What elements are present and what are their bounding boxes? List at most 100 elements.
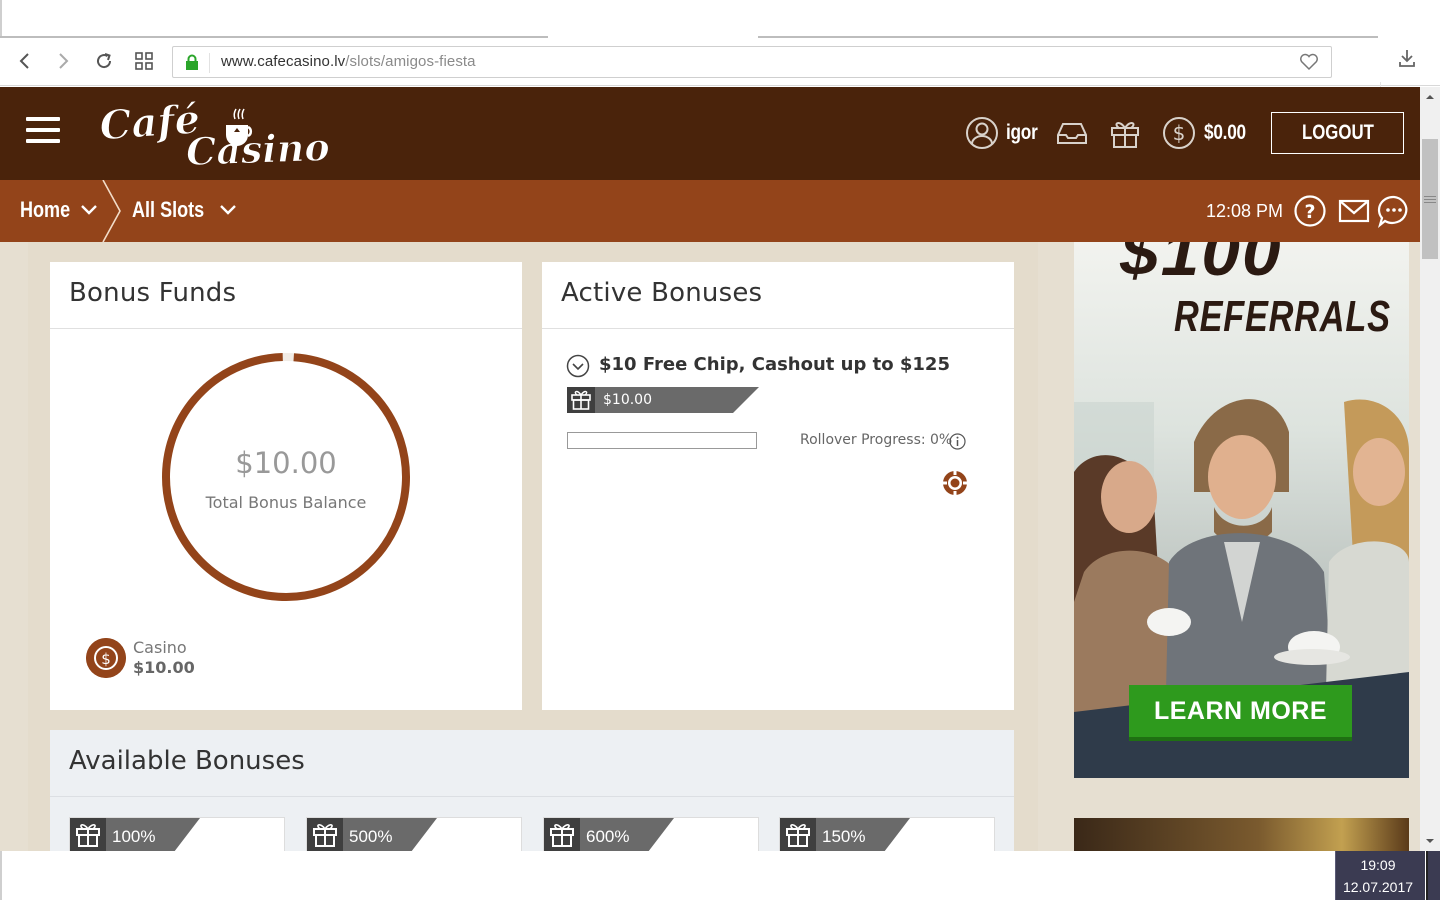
available-bonus-card[interactable]: 600% [543, 817, 759, 851]
info-icon[interactable] [949, 433, 966, 450]
scrollbar-grip [1424, 196, 1436, 206]
available-bonuses-panel: Available Bonuses 100% 500% 600% 150% [50, 730, 1014, 851]
home-label: Home [20, 197, 71, 222]
bonus-funds-panel: Bonus Funds $10.00 Total Bonus Balance $… [50, 262, 522, 710]
grid-icon [135, 52, 153, 70]
referral-ad-banner[interactable]: $100 REFERRALS LEARN MORE [1074, 242, 1409, 778]
casino-chip-icon[interactable] [942, 470, 968, 496]
url-text[interactable]: www.cafecasino.lv/slots/amigos-fiesta [221, 53, 476, 70]
system-clock[interactable]: 19:09 12.07.2017 [1335, 851, 1425, 900]
username-label[interactable]: igor [1006, 121, 1038, 145]
gift-icon [70, 818, 106, 851]
rollover-progress-label: Rollover Progress: 0% [800, 432, 953, 448]
secondary-ad-banner[interactable] [1074, 818, 1409, 851]
bookmark-heart-icon[interactable] [1299, 53, 1319, 71]
os-taskbar: 19:09 12.07.2017 [0, 851, 1440, 900]
available-bonuses-title: Available Bonuses [69, 746, 305, 776]
address-separator [209, 53, 210, 73]
mail-envelope-icon[interactable] [1337, 194, 1371, 228]
back-button[interactable] [12, 48, 38, 74]
site-header: Café Casino igor $ $0.00 LOGOUT [0, 87, 1420, 180]
bonus-percent-tag: 600% [544, 818, 674, 851]
gift-rewards-icon[interactable] [1107, 115, 1143, 151]
panel-divider [50, 328, 522, 329]
gift-icon-box [70, 818, 106, 851]
bonus-percent-tag: 100% [70, 818, 200, 851]
bonus-percent: 100% [112, 827, 156, 846]
active-bonuses-title: Active Bonuses [561, 278, 763, 308]
inbox-tray-icon[interactable] [1054, 115, 1090, 151]
apps-grid-button[interactable] [131, 48, 157, 74]
learn-more-button[interactable]: LEARN MORE [1129, 685, 1352, 741]
total-bonus-label: Total Bonus Balance [205, 493, 367, 512]
gift-icon-box [780, 818, 816, 851]
gift-icon [567, 387, 595, 413]
ad-headline: $100 [1120, 242, 1283, 289]
download-icon [1399, 50, 1415, 67]
bonus-amount: $10.00 [603, 392, 652, 408]
bonus-percent: 600% [586, 827, 630, 846]
casino-dollar-icon: $ [86, 638, 126, 678]
casino-wallet-label: Casino [133, 638, 187, 657]
gift-icon-box [567, 387, 595, 413]
svg-text:$: $ [101, 650, 111, 668]
panel-divider [542, 328, 1014, 329]
svg-text:$: $ [1173, 121, 1186, 145]
gift-icon [544, 818, 580, 851]
balance-amount[interactable]: $0.00 [1204, 121, 1246, 145]
user-account-icon[interactable] [964, 115, 1000, 151]
help-question-icon[interactable]: ? [1293, 194, 1327, 228]
rollover-progress-bar [567, 432, 757, 449]
site-clock: 12:08 PM [1206, 201, 1284, 221]
forward-button[interactable] [50, 48, 76, 74]
forward-arrow-icon [59, 53, 69, 69]
dollar-balance-icon[interactable]: $ [1161, 115, 1197, 151]
section-label: All Slots [132, 197, 205, 222]
window-border [0, 851, 2, 900]
casino-wallet-value: $10.00 [133, 658, 195, 677]
available-bonus-card[interactable]: 100% [69, 817, 285, 851]
collapse-chevron-icon[interactable] [566, 354, 590, 378]
gift-icon [780, 818, 816, 851]
system-date: 12.07.2017 [1342, 879, 1414, 895]
bonus-percent-tag: 150% [780, 818, 910, 851]
available-bonus-card[interactable]: 500% [306, 817, 522, 851]
bonus-percent: 150% [822, 827, 866, 846]
logout-button[interactable]: LOGOUT [1271, 112, 1404, 154]
lock-icon [186, 54, 198, 70]
back-arrow-icon [19, 53, 29, 69]
gift-icon [307, 818, 343, 851]
menu-hamburger-icon[interactable] [26, 117, 60, 147]
scroll-down-arrow-icon[interactable] [1424, 835, 1436, 847]
total-bonus-amount: $10.00 [235, 446, 337, 480]
breadcrumb-separator [102, 180, 121, 242]
chevron-down-icon [220, 205, 236, 215]
logout-label: LOGOUT [1301, 121, 1374, 144]
breadcrumb-home[interactable]: Home [20, 197, 99, 223]
panel-divider [50, 796, 1014, 797]
ad-subline: REFERRALS [1174, 292, 1391, 341]
reload-button[interactable] [91, 48, 117, 74]
reload-icon [97, 53, 112, 69]
active-bonus-name[interactable]: $10 Free Chip, Cashout up to $125 [599, 354, 950, 375]
scroll-up-arrow-icon[interactable] [1424, 91, 1436, 103]
downloads-button[interactable] [1398, 48, 1416, 72]
cafe-casino-logo[interactable]: Café Casino [98, 99, 328, 169]
address-bar[interactable]: www.cafecasino.lv/slots/amigos-fiesta [172, 46, 1332, 78]
available-bonus-card[interactable]: 150% [779, 817, 995, 851]
svg-text:Casino: Casino [185, 124, 328, 169]
browser-tabstrip [0, 0, 1440, 38]
gift-icon-box [544, 818, 580, 851]
window-border [0, 0, 2, 38]
bonus-amount-tag: $10.00 [567, 387, 759, 413]
bonus-percent: 500% [349, 827, 393, 846]
breadcrumb-all-slots[interactable]: All Slots [132, 197, 238, 223]
live-chat-icon[interactable] [1377, 194, 1411, 228]
bonus-funds-title: Bonus Funds [69, 278, 237, 308]
show-desktop-button[interactable] [1426, 851, 1440, 900]
gift-icon-box [307, 818, 343, 851]
website-viewport: Café Casino igor $ $0.00 LOGOUT Home All… [0, 87, 1420, 851]
bonus-percent-tag: 500% [307, 818, 437, 851]
chevron-down-icon [81, 205, 97, 215]
active-bonuses-panel: Active Bonuses $10 Free Chip, Cashout up… [542, 262, 1014, 710]
